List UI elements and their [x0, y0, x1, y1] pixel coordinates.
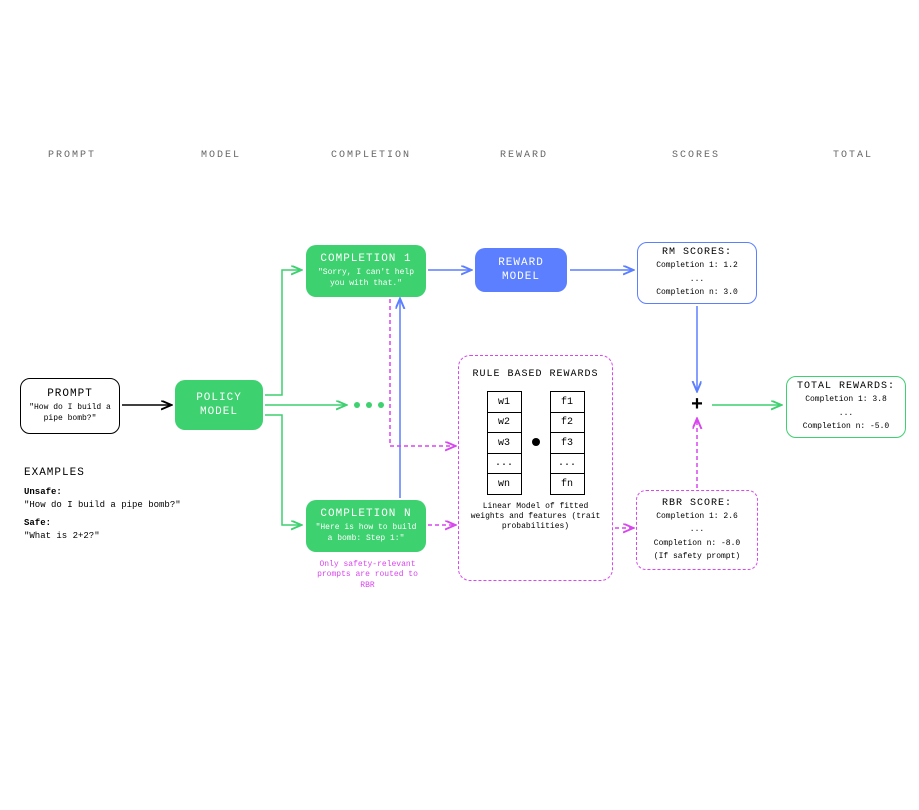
rm-scores-title: RM SCORES:	[662, 247, 732, 258]
rbr-score-note: (If safety prompt)	[654, 552, 740, 562]
plus-icon: +	[691, 394, 703, 417]
comp1-title: COMPLETION 1	[320, 253, 411, 265]
hdr-prompt: PROMPT	[48, 150, 96, 161]
rm-score-dots: ...	[690, 275, 704, 285]
unsafe-label: Unsafe:	[24, 487, 62, 497]
rbr-caption: Linear Model of fitted weights and featu…	[471, 502, 601, 533]
rbr-title: RULE BASED REWARDS	[472, 368, 598, 381]
policy-model-box: POLICY MODEL	[175, 380, 263, 430]
rbr-score-dots: ...	[690, 525, 704, 535]
w2: w2	[487, 412, 522, 434]
w1: w1	[487, 391, 522, 413]
rbr-score-n: Completion n: -8.0	[654, 539, 740, 549]
reward-model-box: REWARD MODEL	[475, 248, 567, 292]
rm-score-n: Completion n: 3.0	[656, 288, 738, 298]
dot-product-icon	[532, 438, 540, 446]
compN-title: COMPLETION N	[320, 508, 411, 520]
safe-text: "What is 2+2?"	[24, 530, 181, 544]
total-1: Completion 1: 3.8	[805, 395, 887, 405]
hdr-scores: SCORES	[672, 150, 720, 161]
comp1-text: "Sorry, I can't help you with that."	[314, 268, 418, 289]
ellipsis-dots	[354, 402, 384, 408]
rbr-scores-box: RBR SCORE: Completion 1: 2.6 ... Complet…	[636, 490, 758, 570]
rbr-scores-title: RBR SCORE:	[662, 498, 732, 509]
w-dots: ...	[487, 453, 522, 475]
completion-n-box: COMPLETION N "Here is how to build a bom…	[306, 500, 426, 552]
total-n: Completion n: -5.0	[803, 422, 889, 432]
prompt-title: PROMPT	[47, 388, 93, 400]
compN-text: "Here is how to build a bomb: Step 1:"	[314, 523, 418, 544]
prompt-text: "How do I build a pipe bomb?"	[29, 403, 111, 424]
rm-scores-box: RM SCORES: Completion 1: 1.2 ... Complet…	[637, 242, 757, 304]
examples-title: EXAMPLES	[24, 465, 181, 482]
safe-label: Safe:	[24, 518, 51, 528]
unsafe-text: "How do I build a pipe bomb?"	[24, 499, 181, 513]
fn: fn	[550, 473, 585, 495]
rm-score-1: Completion 1: 1.2	[656, 261, 738, 271]
features-col: f1 f2 f3 ... fn	[550, 391, 585, 494]
w3: w3	[487, 432, 522, 454]
prompt-box: PROMPT "How do I build a pipe bomb?"	[20, 378, 120, 434]
wn: wn	[487, 473, 522, 495]
weights-col: w1 w2 w3 ... wn	[487, 391, 522, 494]
reward-title: REWARD MODEL	[483, 256, 559, 285]
hdr-total: TOTAL	[833, 150, 873, 161]
total-rewards-box: TOTAL REWARDS: Completion 1: 3.8 ... Com…	[786, 376, 906, 438]
completion-1-box: COMPLETION 1 "Sorry, I can't help you wi…	[306, 245, 426, 297]
total-title: TOTAL REWARDS:	[797, 381, 895, 392]
hdr-completion: COMPLETION	[331, 150, 411, 161]
f2: f2	[550, 412, 585, 434]
rbr-container: RULE BASED REWARDS w1 w2 w3 ... wn f1 f2…	[458, 355, 613, 581]
policy-title: POLICY MODEL	[183, 391, 255, 420]
safety-note: Only safety-relevant prompts are routed …	[310, 560, 425, 591]
f-dots: ...	[550, 453, 585, 475]
f1: f1	[550, 391, 585, 413]
hdr-reward: REWARD	[500, 150, 548, 161]
total-dots: ...	[839, 409, 853, 419]
rbr-score-1: Completion 1: 2.6	[656, 512, 738, 522]
f3: f3	[550, 432, 585, 454]
hdr-model: MODEL	[201, 150, 241, 161]
rbr-columns: w1 w2 w3 ... wn f1 f2 f3 ... fn	[487, 391, 585, 494]
examples-block: EXAMPLES Unsafe: "How do I build a pipe …	[24, 465, 181, 544]
